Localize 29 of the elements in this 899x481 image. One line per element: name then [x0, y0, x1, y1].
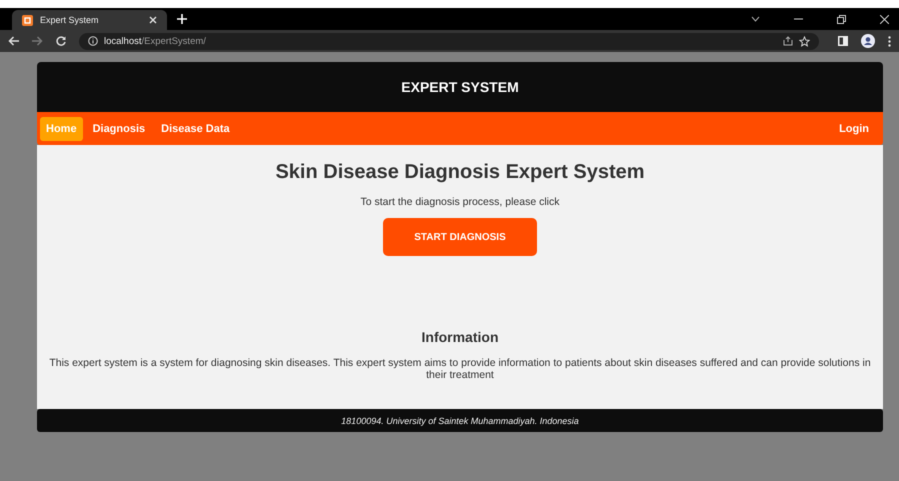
section-heading: Information [422, 329, 498, 345]
menu-icon[interactable] [888, 36, 891, 46]
back-icon[interactable] [8, 36, 19, 46]
reload-icon[interactable] [56, 36, 66, 46]
login-link[interactable]: Login [833, 116, 875, 140]
info-text: This expert system is a system for diagnosing skin diseases. This expert system aims to provide information to patients about skin diseases suffered and can provide solutions in their treatment [48, 357, 872, 381]
site-title: EXPERT SYSTEM [401, 79, 519, 95]
start-diagnosis-button[interactable]: START DIAGNOSIS [383, 218, 537, 256]
side-panel-icon[interactable] [838, 36, 848, 46]
nav-link[interactable]: Home [40, 116, 83, 140]
chevron-down-icon[interactable] [751, 16, 760, 22]
info-icon [88, 36, 98, 46]
new-tab-icon[interactable] [177, 14, 187, 24]
favicon-icon [22, 14, 33, 26]
page-heading: Skin Disease Diagnosis Expert System [275, 161, 645, 184]
star-icon[interactable] [799, 36, 810, 46]
address-field[interactable]: localhost/ExpertSystem/ [79, 32, 819, 50]
footer-text: 18100094. University of Saintek Muhammadiyah. Indonesia [341, 416, 579, 426]
browser-tab[interactable]: Expert System [12, 10, 167, 30]
profile-icon[interactable] [861, 34, 875, 48]
nav-link[interactable]: Disease Data [155, 116, 236, 140]
minimize-icon[interactable] [794, 18, 803, 20]
forward-icon[interactable] [32, 36, 43, 46]
prompt-text: To start the diagnosis process, please click [360, 196, 560, 208]
close-icon[interactable] [149, 16, 157, 24]
share-icon[interactable] [783, 36, 793, 46]
restore-icon[interactable] [837, 14, 846, 24]
nav-link[interactable]: Diagnosis [86, 116, 152, 140]
close-icon[interactable] [880, 14, 889, 24]
